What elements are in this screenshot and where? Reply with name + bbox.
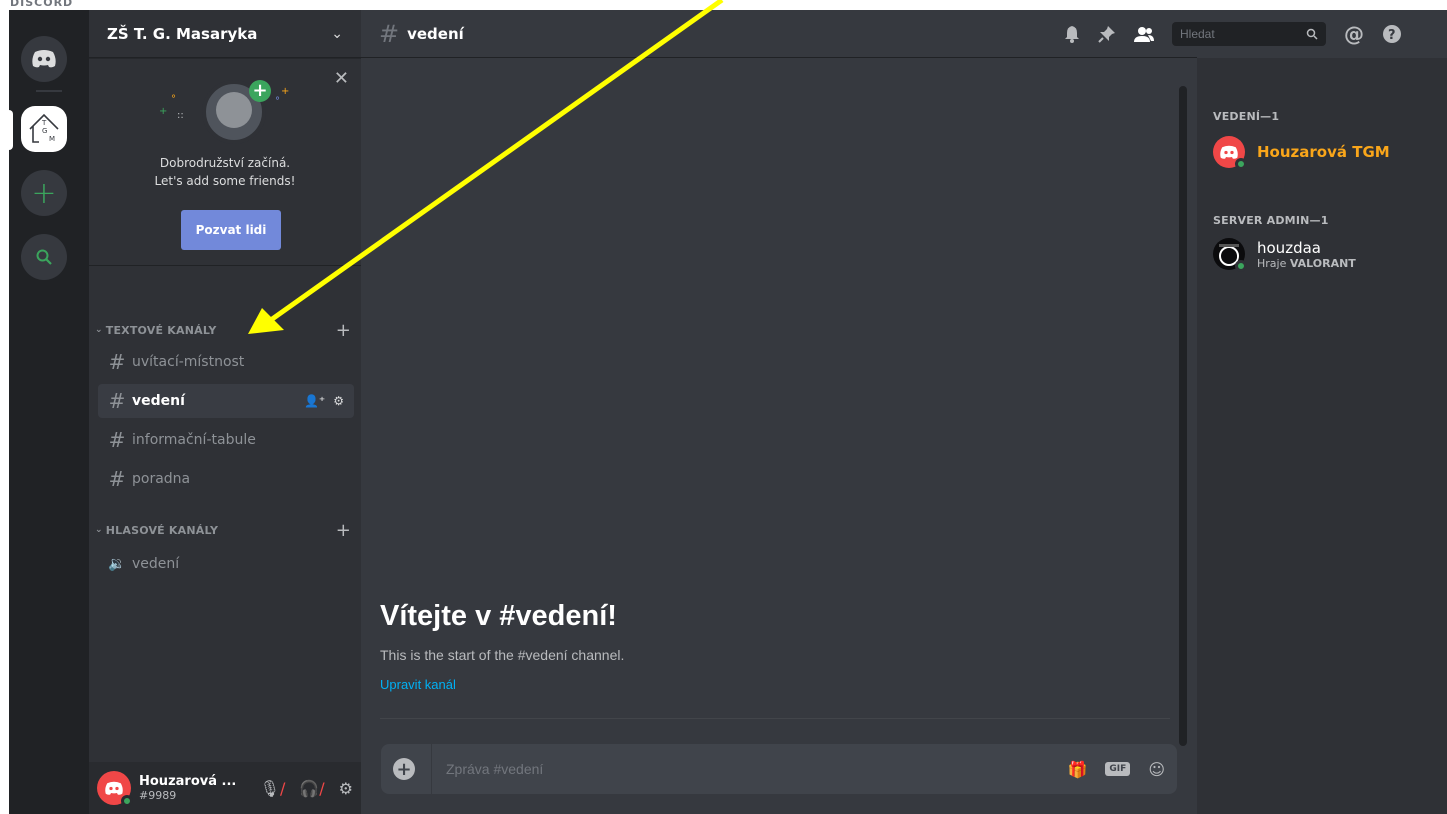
avatar[interactable] [97,771,133,807]
close-icon[interactable]: ✕ [334,68,349,89]
member-houzdaa[interactable]: houzdaa Hraje VALORANT [1213,238,1356,272]
channel-welcome: Vítejte v #vedení! This is the start of … [380,600,624,692]
server-icon-tgm[interactable]: T G M [21,106,67,152]
sparkle-icon: ° [275,96,280,107]
discord-app: T G M + ZŠ T. G. Masaryka ⌄ ✕ + ° :: + ° [8,10,1447,814]
chat-area: # vedení Vítejte v #vedení! This is the … [361,10,1197,814]
member-group-server-admin: SERVER ADMIN—1 [1213,214,1329,227]
member-name: houzdaa [1257,238,1321,257]
announcement-hash-icon: # [108,428,126,452]
sparkle-icon: + [281,86,290,97]
avatar [1213,238,1247,272]
voice-channel-vedeni[interactable]: 🔉 vedení [98,547,354,581]
member-group-vedeni: VEDENÍ—1 [1213,110,1280,123]
welcome-subtitle: This is the start of the #vedení channel… [380,647,625,663]
search-icon [1306,28,1318,40]
member-name: Houzarová TGM [1257,143,1390,161]
svg-text:M: M [49,135,55,143]
member-list: VEDENÍ—1 Houzarová TGM SERVER ADMIN—1 ho… [1197,58,1447,814]
gift-icon[interactable]: 🎁 [1068,760,1088,779]
discord-logo-icon [32,50,56,68]
server-header[interactable]: ZŠ T. G. Masaryka ⌄ [89,10,361,58]
member-list-icon[interactable] [1134,26,1154,42]
svg-text:?: ? [1388,28,1396,43]
deafen-headphones-icon[interactable]: 🎧/ [299,779,324,798]
hash-icon: # [108,389,126,413]
user-panel: Houzarová ... #9989 🎙/ 🎧/ ⚙ [89,762,361,814]
channel-uvitaci-mistnost[interactable]: # uvítací-místnost [98,345,354,379]
discord-logo-icon [105,781,123,795]
add-friend-icon: + [249,80,271,102]
svg-text:T: T [41,119,47,127]
emoji-icon[interactable]: ☺ [1148,760,1165,779]
help-icon[interactable]: ? [1382,24,1402,44]
sparkle-icon: + [159,106,168,117]
channel-informacni-tabule[interactable]: # informační-tabule [98,423,354,457]
discord-logo-icon [1220,145,1238,159]
explore-servers-button[interactable] [21,234,67,280]
chat-scrollbar[interactable] [1179,86,1187,746]
window-titlebar: DISCORD [0,0,1447,10]
rail-separator [36,90,62,92]
server-name: ZŠ T. G. Masaryka [107,24,258,43]
chevron-down-icon: ⌄ [331,25,343,42]
edit-channel-link[interactable]: Upravit kanál [380,677,624,692]
channel-poradna[interactable]: # poradna [98,462,354,496]
gear-icon[interactable]: ⚙ [339,779,353,798]
search-box[interactable] [1172,22,1326,46]
sparkle-icon: :: [177,110,184,121]
username: Houzarová ... [139,774,237,789]
add-channel-icon[interactable]: + [336,320,351,341]
svg-text:G: G [42,127,47,135]
plus-icon: + [31,175,57,211]
hash-icon: # [379,19,400,48]
search-icon [36,249,52,265]
message-composer: + 🎁 GIF ☺ [381,744,1177,794]
user-tag: #9989 [139,789,177,802]
window-brand: DISCORD [10,0,74,9]
online-status-icon [121,795,133,807]
speaker-icon: 🔉 [108,556,126,572]
tgm-logo-icon: T G M [29,113,59,143]
avatar [1213,136,1247,170]
pin-icon[interactable] [1098,25,1116,43]
member-activity: Hraje VALORANT [1257,256,1356,270]
online-status-icon [1235,158,1247,170]
divider [380,718,1170,719]
category-voice-channels[interactable]: ⌄ HLASOVÉ KANÁLY + [89,520,361,541]
hash-icon: # [108,350,126,374]
sparkle-icon: ° [171,94,176,105]
mentions-icon[interactable]: @ [1344,22,1364,46]
online-status-icon [1235,260,1247,272]
chevron-down-icon: ⌄ [95,525,103,535]
add-server-button[interactable]: + [21,170,67,216]
upload-plus-icon[interactable]: + [393,758,415,780]
welcome-title: Vítejte v #vedení! [380,600,617,632]
message-input[interactable] [446,761,1068,777]
chevron-down-icon: ⌄ [95,325,103,335]
hash-icon: # [108,467,126,491]
user-info[interactable]: Houzarová ... #9989 [139,774,260,802]
channel-title: vedení [407,24,464,43]
mute-microphone-icon[interactable]: 🎙/ [260,779,286,798]
create-invite-icon[interactable]: 👤⁺ [304,394,325,408]
category-text-channels[interactable]: ⌄ TEXTOVÉ KANÁLY + [89,320,361,341]
invite-people-button[interactable]: Pozvat lidi [181,210,281,250]
invite-title: Dobrodružství začíná. Let's add some fri… [154,156,296,188]
gear-icon[interactable]: ⚙ [333,394,344,408]
member-houzarova-tgm[interactable]: Houzarová TGM [1213,136,1390,170]
gif-icon[interactable]: GIF [1105,762,1131,776]
server-rail: T G M + [8,10,89,814]
selected-server-indicator [8,110,13,150]
add-channel-icon[interactable]: + [336,520,351,541]
header-toolbar: @ ? [1054,10,1447,58]
home-button[interactable] [21,36,67,82]
channel-vedeni[interactable]: # vedení 👤⁺ ⚙ [98,384,354,418]
search-input[interactable] [1180,27,1306,41]
bell-icon[interactable] [1064,25,1080,43]
invite-card: ✕ + ° :: + ° + Dobrodružství začíná. Let… [89,58,361,266]
